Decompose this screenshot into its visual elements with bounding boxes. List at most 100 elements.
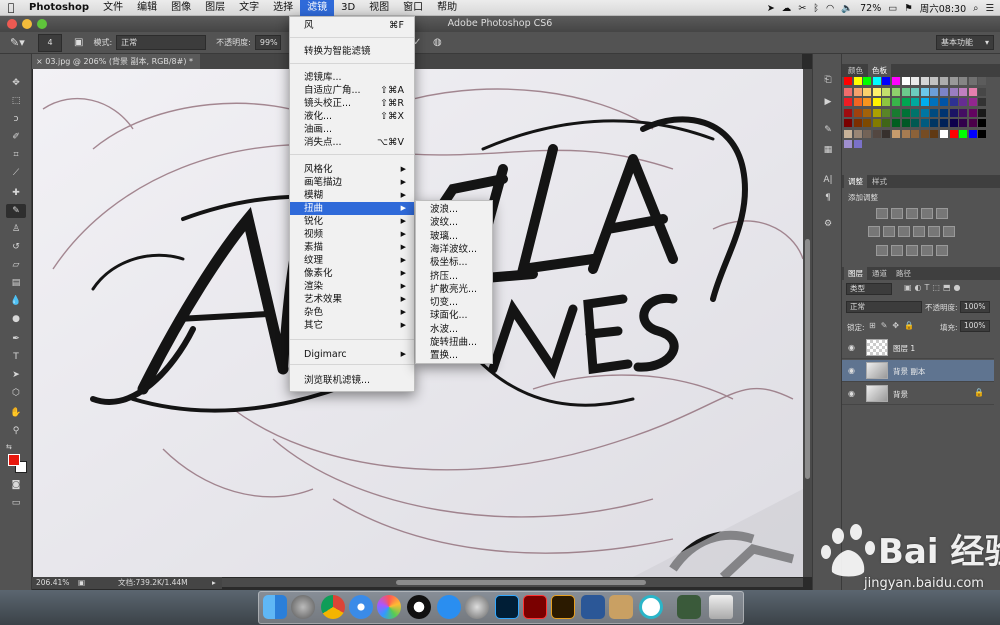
color-swatch[interactable]	[911, 108, 920, 117]
distort-submenu-item[interactable]: 旋转扭曲...	[416, 336, 492, 349]
color-swatch[interactable]	[901, 108, 910, 117]
distort-submenu-item[interactable]: 水波...	[416, 323, 492, 336]
exposure-icon[interactable]	[921, 208, 933, 219]
filter-menu-item[interactable]: 风 ⌘F	[290, 19, 414, 32]
quick-mask-icon[interactable]: ◙	[6, 478, 26, 492]
color-swatch[interactable]	[872, 87, 881, 96]
color-swatch[interactable]	[920, 98, 929, 106]
system-prefs-icon[interactable]	[465, 595, 489, 619]
color-swatch[interactable]	[978, 77, 987, 85]
marquee-tool-icon[interactable]: ⬚	[6, 94, 26, 108]
color-swatch[interactable]	[844, 87, 852, 96]
gradient-tool-icon[interactable]: ▤	[6, 276, 26, 290]
color-swatch[interactable]	[911, 129, 920, 138]
color-swatch[interactable]	[863, 108, 872, 117]
menu-app-photoshop[interactable]: Photoshop	[22, 0, 96, 16]
mode-select[interactable]: 正常	[116, 35, 207, 50]
color-balance-icon[interactable]	[883, 226, 895, 237]
filter-menu-item[interactable]: 纹理 ▶	[290, 254, 414, 267]
app-store-icon[interactable]	[437, 595, 461, 619]
menu-image[interactable]: 图像	[164, 0, 198, 16]
color-swatch[interactable]	[853, 98, 862, 106]
filter-menu-item[interactable]: 油画...	[290, 123, 414, 136]
filter-menu-item[interactable]: 画笔描边 ▶	[290, 176, 414, 189]
color-swatch[interactable]	[968, 119, 977, 127]
tab-swatches[interactable]: 色板	[868, 64, 891, 77]
layer-row[interactable]: ◉ 背景 🔒	[842, 383, 994, 405]
opacity-field[interactable]: 99%	[254, 35, 281, 50]
color-swatch[interactable]	[882, 77, 891, 85]
color-swatch[interactable]	[978, 108, 987, 117]
color-swatch[interactable]	[863, 98, 872, 106]
color-swatch[interactable]	[911, 98, 920, 106]
distort-submenu-item[interactable]: 波浪...	[416, 203, 492, 216]
info-icon[interactable]: ▣	[78, 577, 85, 589]
pen-tool-icon[interactable]: ✒	[6, 332, 26, 346]
healing-tool-icon[interactable]: ✚	[6, 186, 26, 200]
history-icon[interactable]: ⎗	[822, 74, 834, 86]
distort-submenu-item[interactable]: 挤压...	[416, 270, 492, 283]
apple-icon[interactable]: 	[0, 1, 22, 14]
color-swatch[interactable]	[978, 119, 987, 127]
brush-icon[interactable]: ▦	[822, 144, 834, 156]
move-tool-icon[interactable]: ✥	[6, 76, 26, 90]
color-swatch[interactable]	[892, 98, 900, 106]
posterize-icon[interactable]	[891, 245, 903, 256]
color-swatch[interactable]	[968, 129, 977, 138]
blend-mode-select[interactable]: 正常	[846, 301, 922, 313]
tab-layers[interactable]: 图层	[844, 267, 867, 280]
eraser-tool-icon[interactable]: ▱	[6, 258, 26, 272]
color-swatch[interactable]	[901, 98, 910, 106]
layer-opacity-field[interactable]: 100%	[960, 301, 990, 313]
filter-menu-item[interactable]: 视频 ▶	[290, 228, 414, 241]
close-icon[interactable]	[7, 19, 17, 29]
bluetooth-icon[interactable]: ᛒ	[813, 3, 819, 14]
color-swatch[interactable]	[911, 119, 920, 127]
levels-icon[interactable]	[891, 208, 903, 219]
gradient-map-icon[interactable]	[921, 245, 933, 256]
dodge-tool-icon[interactable]: ●	[6, 312, 26, 326]
brightness-icon[interactable]	[876, 208, 888, 219]
threshold-icon[interactable]	[906, 245, 918, 256]
color-swatch[interactable]	[930, 119, 939, 127]
history-brush-tool-icon[interactable]: ↺	[6, 240, 26, 254]
foreground-color-swatch[interactable]	[8, 454, 20, 466]
color-swatch[interactable]	[930, 98, 939, 106]
actions-play-icon[interactable]: ▶	[822, 96, 834, 108]
flag-icon[interactable]: ⚑	[904, 3, 913, 14]
horizontal-scroll-thumb[interactable]	[396, 580, 646, 585]
color-swatch[interactable]	[949, 98, 958, 106]
color-swatch[interactable]	[930, 77, 939, 85]
color-swatch[interactable]	[959, 108, 968, 117]
path-select-tool-icon[interactable]: ➤	[6, 368, 26, 382]
color-swatch[interactable]	[920, 87, 929, 96]
color-swatch[interactable]	[882, 129, 891, 138]
brush-tool-icon[interactable]: ✎▾	[10, 36, 38, 49]
color-swatch[interactable]	[863, 77, 872, 85]
color-swatch[interactable]	[949, 87, 958, 96]
lookup-icon[interactable]	[943, 226, 955, 237]
photoshop-icon[interactable]	[495, 595, 519, 619]
screen-mode-icon[interactable]: ▭	[6, 496, 26, 510]
list-icon[interactable]: ☰	[985, 3, 994, 14]
curves-icon[interactable]	[906, 208, 918, 219]
color-swatch[interactable]	[911, 87, 920, 96]
color-swatch[interactable]	[853, 108, 862, 117]
color-swatch[interactable]	[853, 119, 862, 127]
filter-menu-item[interactable]: 镜头校正... ⇧⌘R	[290, 97, 414, 110]
color-swatch[interactable]	[940, 77, 948, 85]
color-swatch[interactable]	[872, 77, 881, 85]
color-swatch[interactable]	[940, 129, 948, 138]
filter-menu-item[interactable]: 滤镜库...	[290, 71, 414, 84]
zoom-level[interactable]: 206.41%	[36, 577, 69, 589]
hue-icon[interactable]	[868, 226, 880, 237]
filter-menu-item[interactable]: 消失点... ⌥⌘V	[290, 136, 414, 149]
workspace-select[interactable]: 基本功能 ▾	[936, 35, 994, 50]
clock[interactable]: 周六08:30	[920, 1, 966, 15]
color-swatch[interactable]	[844, 140, 852, 148]
color-swatch[interactable]	[872, 98, 881, 106]
volume-icon[interactable]: 🔈	[841, 3, 853, 14]
menu-help[interactable]: 帮助	[430, 0, 464, 16]
color-swatch[interactable]	[863, 87, 872, 96]
color-swatch[interactable]	[901, 129, 910, 138]
